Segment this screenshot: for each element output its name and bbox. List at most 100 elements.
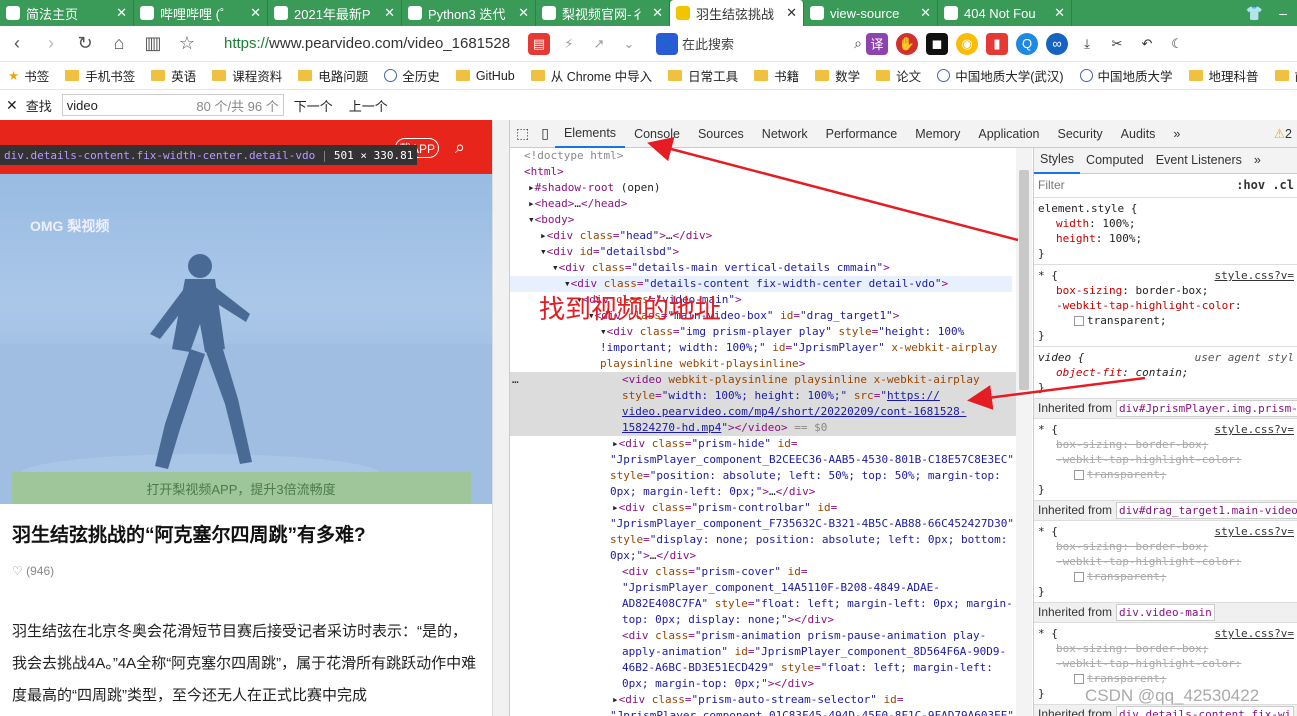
close-icon[interactable]: ✕ [384,5,395,21]
browser-tab[interactable]: 简法主页 ✕ [0,0,134,26]
undo-icon[interactable]: ↶ [1136,33,1158,55]
bookmark-item[interactable]: GitHub [448,69,523,83]
bookmark-item[interactable]: 数学 [807,66,868,85]
tab-memory[interactable]: Memory [906,120,969,148]
minimize-icon[interactable]: – [1279,5,1287,21]
extension-icon[interactable]: ▤ [528,32,550,55]
bookmark-item[interactable]: 日常工具 [660,66,746,85]
cut-icon[interactable]: ✂ [1106,33,1128,55]
more-tabs-icon[interactable]: » [1164,120,1189,148]
width-value[interactable]: 100%; [1102,217,1135,230]
tab-application[interactable]: Application [969,120,1048,148]
adblock-icon[interactable]: ✋ [896,32,918,55]
tab-computed[interactable]: Computed [1080,148,1150,174]
share-icon[interactable]: ↗ [588,33,610,55]
find-prev-button[interactable]: 上一个 [349,96,388,115]
bookmark-item[interactable]: 从 Chrome 中导入 [523,66,660,85]
bookmark-item[interactable]: 书籍 [746,66,807,85]
rule-source-link[interactable]: style.css?v= [1215,626,1294,641]
bookmark-item[interactable]: 手机书签 [57,66,143,85]
bookmark-item[interactable]: 中国地质大学(武汉) [929,66,1071,85]
bookmark-item[interactable]: ★ 书签 [0,66,57,85]
reload-icon[interactable]: ↻ [68,33,102,54]
tab-audits[interactable]: Audits [1112,120,1165,148]
close-icon[interactable]: ✕ [1054,5,1065,21]
tab-security[interactable]: Security [1049,120,1112,148]
tab-console[interactable]: Console [625,120,689,148]
bookmark-item[interactable]: 英语 [143,66,204,85]
translate-icon[interactable]: 译 [866,32,888,55]
video-player[interactable]: OMG 梨视频 [0,174,492,504]
color-swatch[interactable] [1074,470,1084,480]
browser-tab[interactable]: view-source ✕ [804,0,938,26]
star-icon[interactable]: ☆ [170,33,204,54]
more-tabs-icon[interactable]: » [1248,148,1267,174]
find-next-button[interactable]: 下一个 [294,96,333,115]
search-icon[interactable]: ⌕ [854,35,862,52]
elements-tree[interactable]: <!doctype html> <html> ▸#shadow-root (op… [510,148,1032,716]
bookmark-item[interactable]: 全历史 [376,66,448,85]
home-icon[interactable]: ⌂ [102,33,136,54]
inspect-element-icon[interactable]: ⬚ [510,125,535,142]
height-value[interactable]: 100%; [1109,232,1142,245]
close-icon[interactable]: ✕ [786,5,797,21]
find-input[interactable]: video 80 个/共 96 个 [61,94,284,116]
close-icon[interactable]: ✕ [116,5,127,21]
devtools-divider[interactable] [492,120,509,716]
inherited-element[interactable]: div.video-main [1116,604,1215,621]
rule-source-link[interactable]: style.css?v= [1215,268,1294,283]
close-icon[interactable]: ✕ [6,97,18,114]
chevron-down-icon[interactable]: ⌄ [618,33,640,55]
color-swatch[interactable] [1074,674,1084,684]
tab-styles[interactable]: Styles [1034,148,1081,174]
reader-icon[interactable]: ▥ [136,33,170,54]
color-swatch[interactable] [1074,572,1084,582]
bookmark-item[interactable]: 中国地质大学 [1072,66,1181,85]
forward-icon[interactable]: › [34,33,68,54]
hov-toggle[interactable]: :hov .cl [1236,178,1294,193]
styles-filter[interactable]: Filter:hov .cl [1034,174,1297,198]
download-icon[interactable]: ⤓ [1076,33,1098,55]
inherited-element[interactable]: div#JprismPlayer.img.prism- [1116,400,1297,417]
like-count[interactable]: ♡ (946) [12,564,54,578]
tab-sources[interactable]: Sources [689,120,753,148]
browser-tab[interactable]: 2021年最新P ✕ [268,0,402,26]
search-icon[interactable]: ⌕ [455,137,465,158]
open-app-banner[interactable]: 打开梨视频APP，提升3倍流畅度 [11,472,471,504]
tab-performance[interactable]: Performance [817,120,907,148]
color-swatch[interactable] [1074,316,1084,326]
extension-icon[interactable]: ▮ [986,32,1008,55]
skin-icon[interactable]: 👕 [1246,5,1263,22]
extension-icon[interactable]: Q [1016,32,1038,55]
close-icon[interactable]: ✕ [920,5,931,21]
device-toolbar-icon[interactable]: ▯ [535,125,555,142]
dark-mode-icon[interactable]: ☾ [1166,33,1188,55]
bookmark-item[interactable]: 课程资料 [204,66,290,85]
extension-icon[interactable]: ◼ [926,32,948,55]
browser-tab[interactable]: 哔哩哔哩 (゜ ✕ [134,0,268,26]
bookmark-item[interactable]: 论文 [868,66,929,85]
elements-scroll-thumb[interactable] [1019,170,1029,390]
inherited-element[interactable]: div.details-content.fix-wi [1116,706,1295,716]
close-icon[interactable]: ✕ [518,5,529,21]
back-icon[interactable]: ‹ [0,33,34,54]
bookmark-item[interactable]: 地理科普 [1181,66,1267,85]
browser-tab[interactable]: 羽生结弦挑战 ✕ [670,0,804,26]
tab-event-listeners[interactable]: Event Listeners [1150,148,1248,174]
bookmark-item[interactable]: 前端 [1267,66,1297,85]
tab-elements[interactable]: Elements [554,120,626,148]
tab-network[interactable]: Network [753,120,817,148]
close-icon[interactable]: ✕ [652,5,663,21]
lightning-icon[interactable]: ⚡ [558,33,580,55]
browser-tab[interactable]: 404 Not Fou ✕ [938,0,1072,26]
browser-tab[interactable]: Python3 迭代 ✕ [402,0,536,26]
search-box[interactable]: 🐾 在此搜索 ⌕ [652,31,862,57]
extension-icon[interactable]: ∞ [1046,32,1068,55]
chrome-icon[interactable]: ◉ [956,32,978,55]
close-icon[interactable]: ✕ [250,5,261,21]
browser-tab[interactable]: 梨视频官网-彳 ✕ [536,0,670,26]
rule-source-link[interactable]: style.css?v= [1215,524,1294,539]
rule-source-link[interactable]: style.css?v= [1215,422,1294,437]
inherited-element[interactable]: div#drag_target1.main-video [1116,502,1297,519]
address-bar[interactable]: https://www.pearvideo.com/video_1681528 [224,35,524,52]
